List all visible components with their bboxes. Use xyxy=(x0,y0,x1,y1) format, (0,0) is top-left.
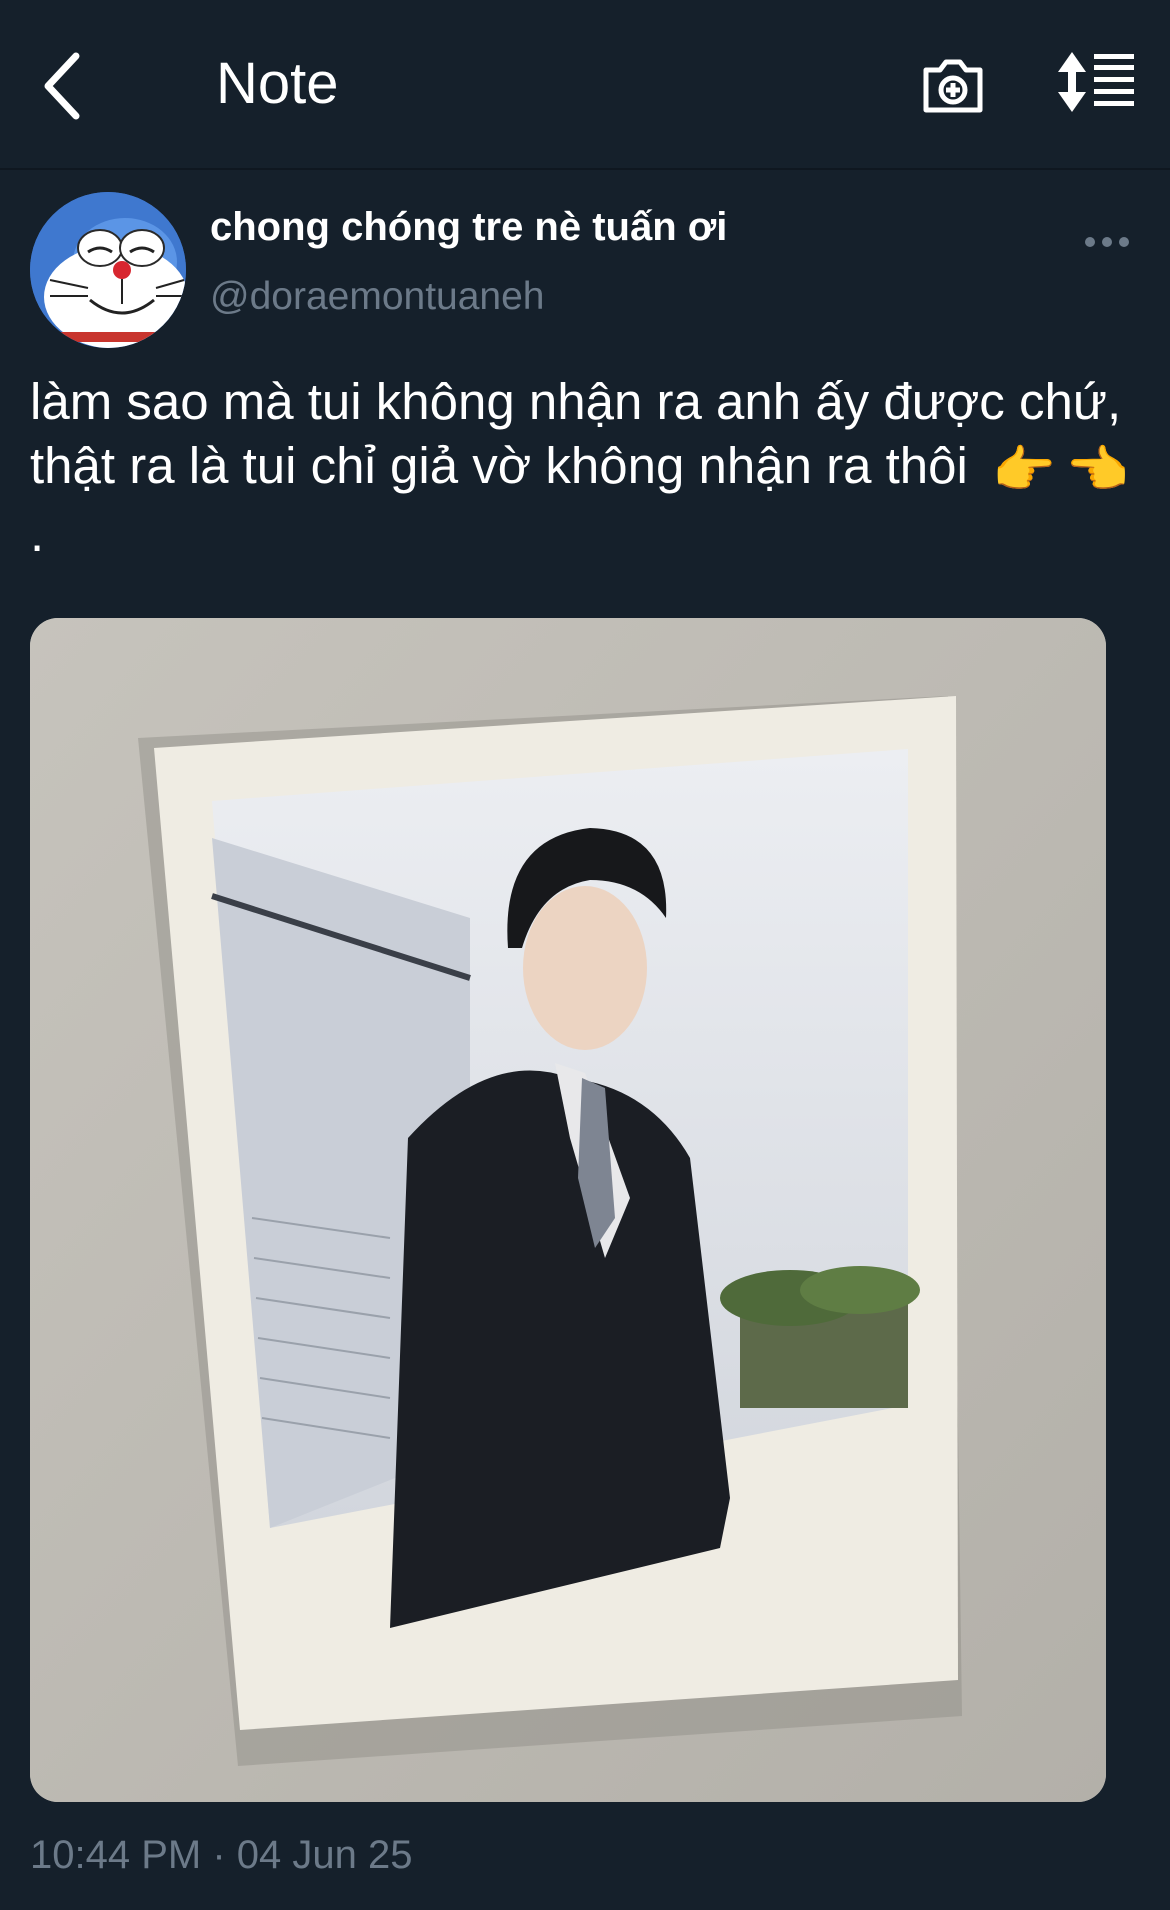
tweet-text-period: . xyxy=(30,504,45,562)
chevron-left-icon xyxy=(44,52,80,120)
tweet-text-main: làm sao mà tui không nhận ra anh ấy được… xyxy=(30,373,1122,494)
pointing-right-emoji-glyph: 👉 xyxy=(992,440,1056,498)
pointing-left-emoji-glyph: 👈 xyxy=(1065,440,1130,498)
more-dots-icon xyxy=(1085,237,1129,247)
back-button[interactable] xyxy=(40,46,90,126)
top-bar: Note xyxy=(0,0,1170,170)
camera-add-icon xyxy=(923,59,983,113)
more-button[interactable] xyxy=(1084,232,1130,252)
camera-button[interactable] xyxy=(918,50,988,120)
user-handle[interactable]: @doraemontuaneh xyxy=(210,275,545,319)
pointing-left-emoji: 👈 xyxy=(1066,438,1130,502)
tweet-image[interactable] xyxy=(30,618,1106,1802)
polaroid-photo xyxy=(30,618,1106,1802)
avatar[interactable] xyxy=(30,192,186,348)
page-title: Note xyxy=(216,51,339,116)
sort-button[interactable] xyxy=(1058,50,1138,114)
tweet-text: làm sao mà tui không nhận ra anh ấy được… xyxy=(30,370,1140,566)
sort-list-icon xyxy=(1058,52,1134,112)
pointing-right-emoji: 👉 xyxy=(992,438,1056,502)
timestamp: 10:44 PM · 04 Jun 25 xyxy=(30,1833,413,1877)
display-name[interactable]: chong chóng tre nè tuấn ơi xyxy=(210,205,727,250)
doraemon-avatar xyxy=(30,192,186,348)
